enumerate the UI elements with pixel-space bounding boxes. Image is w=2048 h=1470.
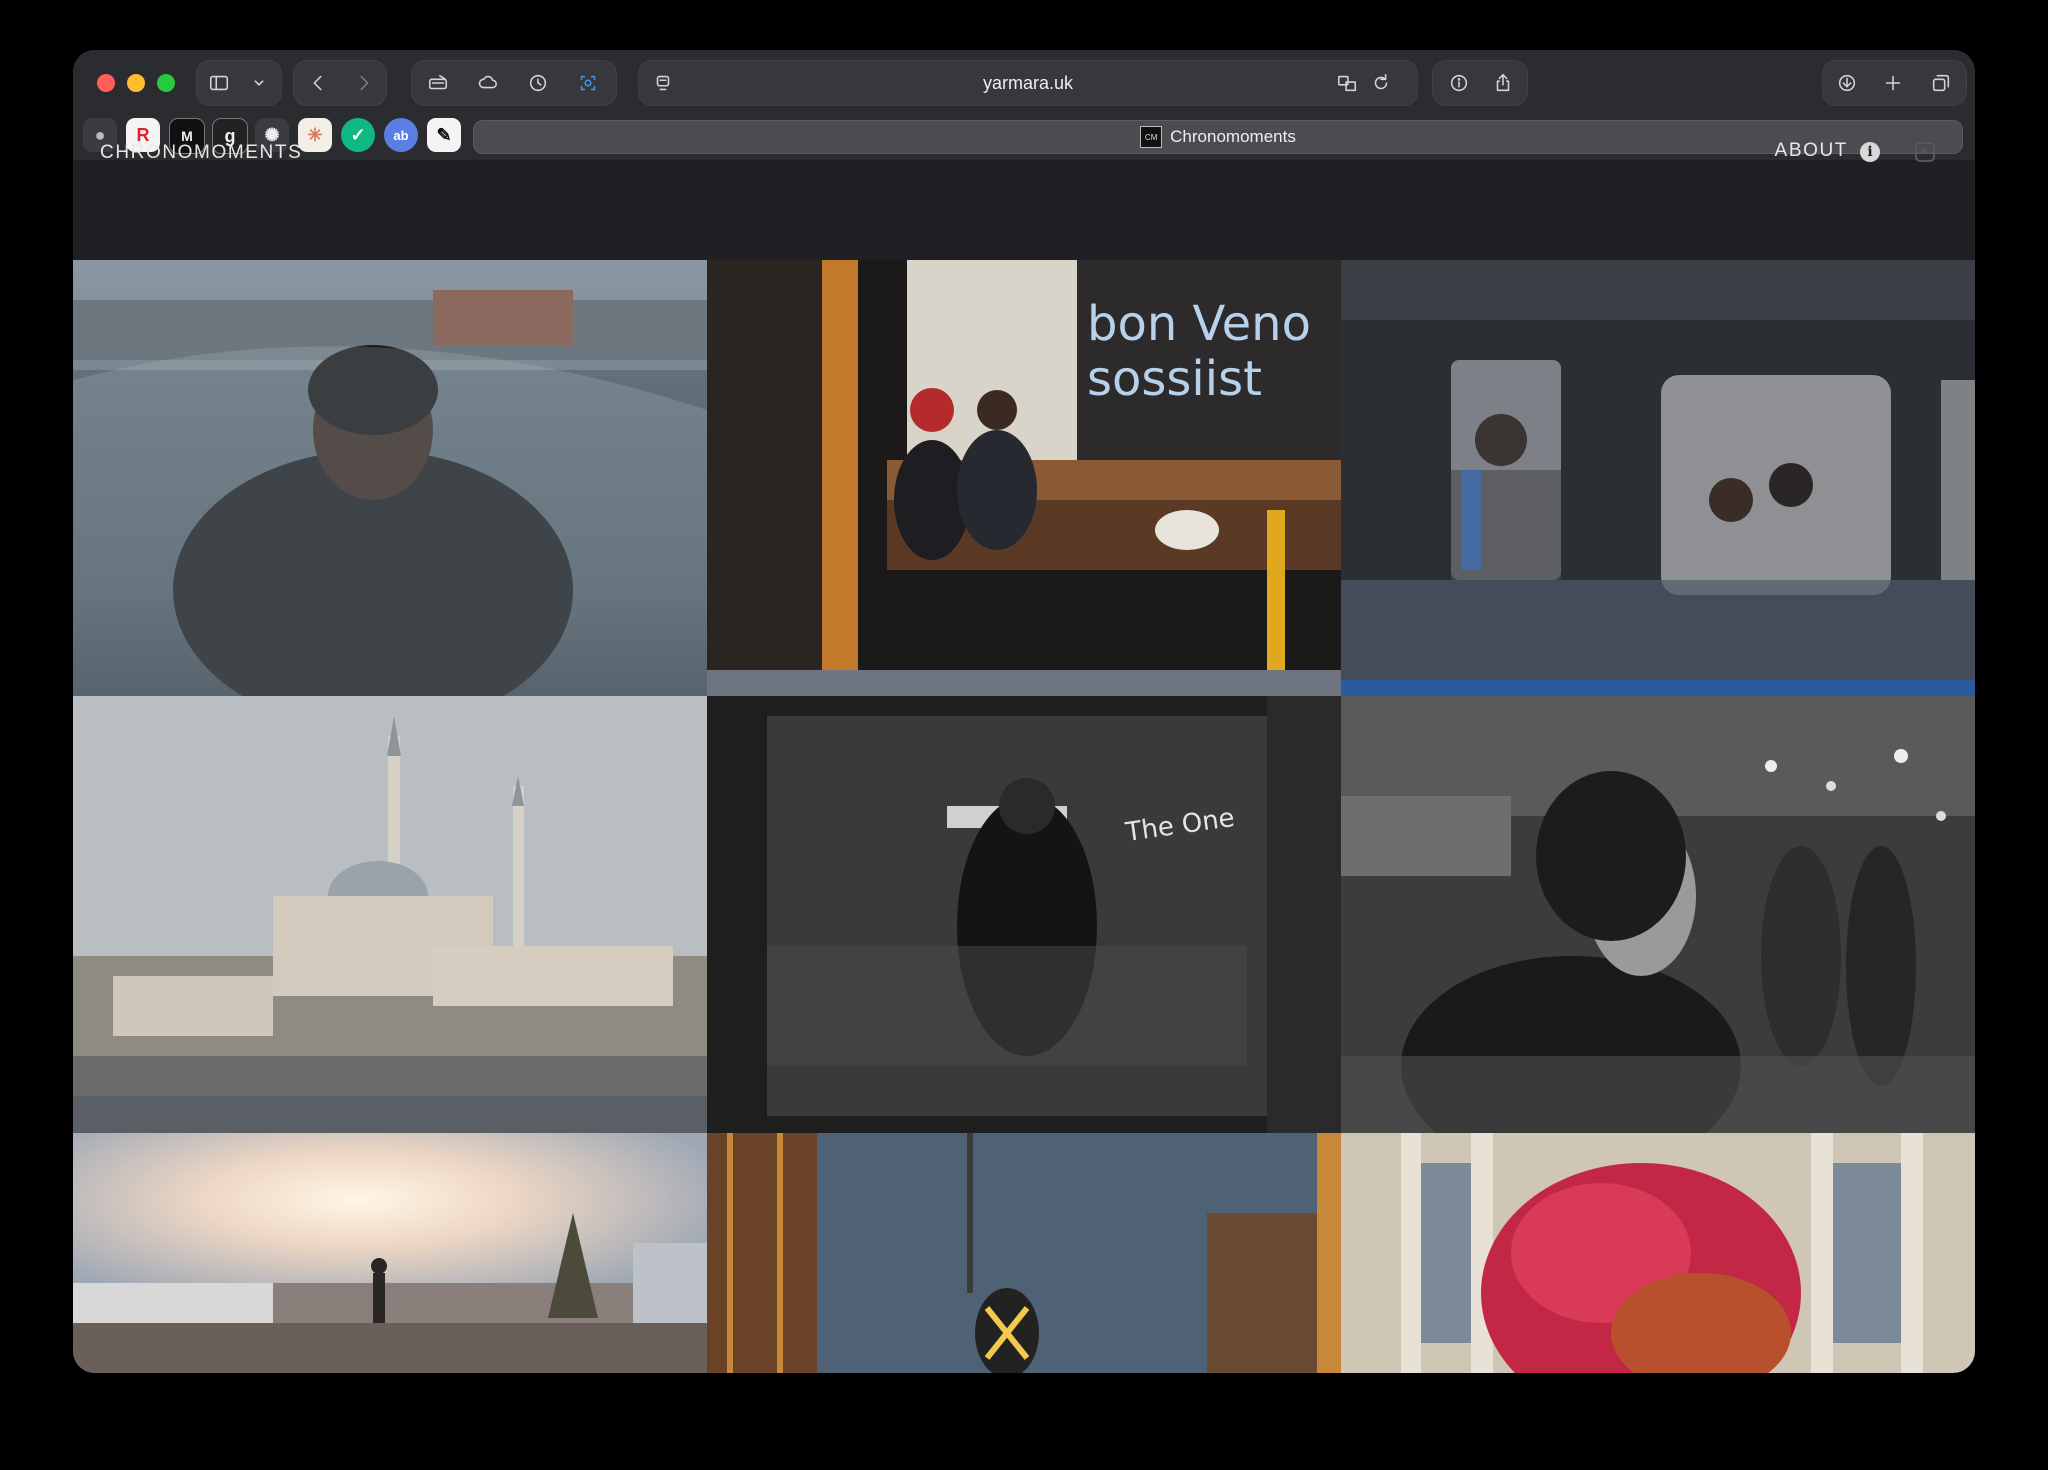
new-tab-icon[interactable] bbox=[1873, 61, 1913, 105]
photo-mosque[interactable] bbox=[73, 696, 707, 1133]
check-icon[interactable]: ✓ bbox=[341, 118, 375, 152]
back-icon[interactable] bbox=[298, 61, 338, 105]
cloud-icon[interactable] bbox=[468, 61, 508, 105]
photo-gallery: bon Veno sossiist The One bbox=[73, 260, 1975, 1373]
info-icon[interactable] bbox=[1439, 61, 1479, 105]
about-link[interactable]: ABOUT bbox=[1775, 140, 1848, 162]
photo-reflection-bw[interactable]: The One bbox=[707, 696, 1341, 1133]
site-favicon: CM bbox=[1140, 126, 1163, 148]
sidebar-icon[interactable] bbox=[199, 61, 239, 105]
screen-capture-icon[interactable] bbox=[568, 61, 608, 105]
close-window-button[interactable] bbox=[97, 74, 115, 92]
photo-man-under-plastic[interactable] bbox=[73, 260, 707, 696]
tab-chronomoments[interactable]: CM Chronomoments bbox=[473, 120, 1963, 154]
photo-waterfront-sunset[interactable] bbox=[73, 1133, 707, 1373]
share-icon[interactable] bbox=[1483, 61, 1523, 105]
photo-red-tree[interactable] bbox=[1341, 1133, 1975, 1373]
page-actions bbox=[1432, 60, 1528, 106]
reload-icon[interactable] bbox=[1361, 61, 1401, 105]
navigation-buttons bbox=[293, 60, 387, 106]
keyboard-icon[interactable] bbox=[418, 61, 458, 105]
photo-woman-smoking-bw[interactable] bbox=[1341, 696, 1975, 1133]
tab-title: Chronomoments bbox=[1170, 127, 1296, 146]
downloads-icon[interactable] bbox=[1827, 61, 1867, 105]
claude-icon[interactable]: ✳ bbox=[298, 118, 332, 152]
sidebar-control bbox=[196, 60, 282, 106]
svg-text:sossiist: sossiist bbox=[1087, 351, 1262, 407]
photo-people-behind-rainy-glass[interactable] bbox=[1341, 260, 1975, 696]
chevron-down-icon[interactable] bbox=[239, 61, 279, 105]
bookmark-ab-icon[interactable]: ab bbox=[384, 118, 418, 152]
browser-toolbar: yarmara.uk ● R M g ✺ ✳ ✓ ab ✎ CM Chronom… bbox=[73, 50, 1975, 160]
tab-overview-icon[interactable] bbox=[1921, 61, 1961, 105]
extensions-group bbox=[411, 60, 617, 106]
info-icon[interactable]: i bbox=[1860, 142, 1880, 162]
forward-icon[interactable] bbox=[344, 61, 384, 105]
window-actions bbox=[1822, 60, 1967, 106]
clock-icon[interactable] bbox=[518, 61, 558, 105]
minimize-window-button[interactable] bbox=[127, 74, 145, 92]
photo-cafe-neon-cat[interactable]: bon Veno sossiist bbox=[707, 260, 1341, 696]
address-bar[interactable]: yarmara.uk bbox=[638, 60, 1418, 106]
photo-crane-worker[interactable] bbox=[707, 1133, 1341, 1373]
maximize-window-button[interactable] bbox=[157, 74, 175, 92]
pen-icon[interactable]: ✎ bbox=[427, 118, 461, 152]
instagram-icon[interactable] bbox=[1915, 142, 1935, 162]
site-brand[interactable]: CHRONOMOMENTS bbox=[100, 142, 302, 164]
url-text[interactable]: yarmara.uk bbox=[639, 61, 1417, 105]
svg-text:bon Veno: bon Veno bbox=[1087, 296, 1311, 352]
browser-window: yarmara.uk ● R M g ✺ ✳ ✓ ab ✎ CM Chronom… bbox=[73, 50, 1975, 1373]
